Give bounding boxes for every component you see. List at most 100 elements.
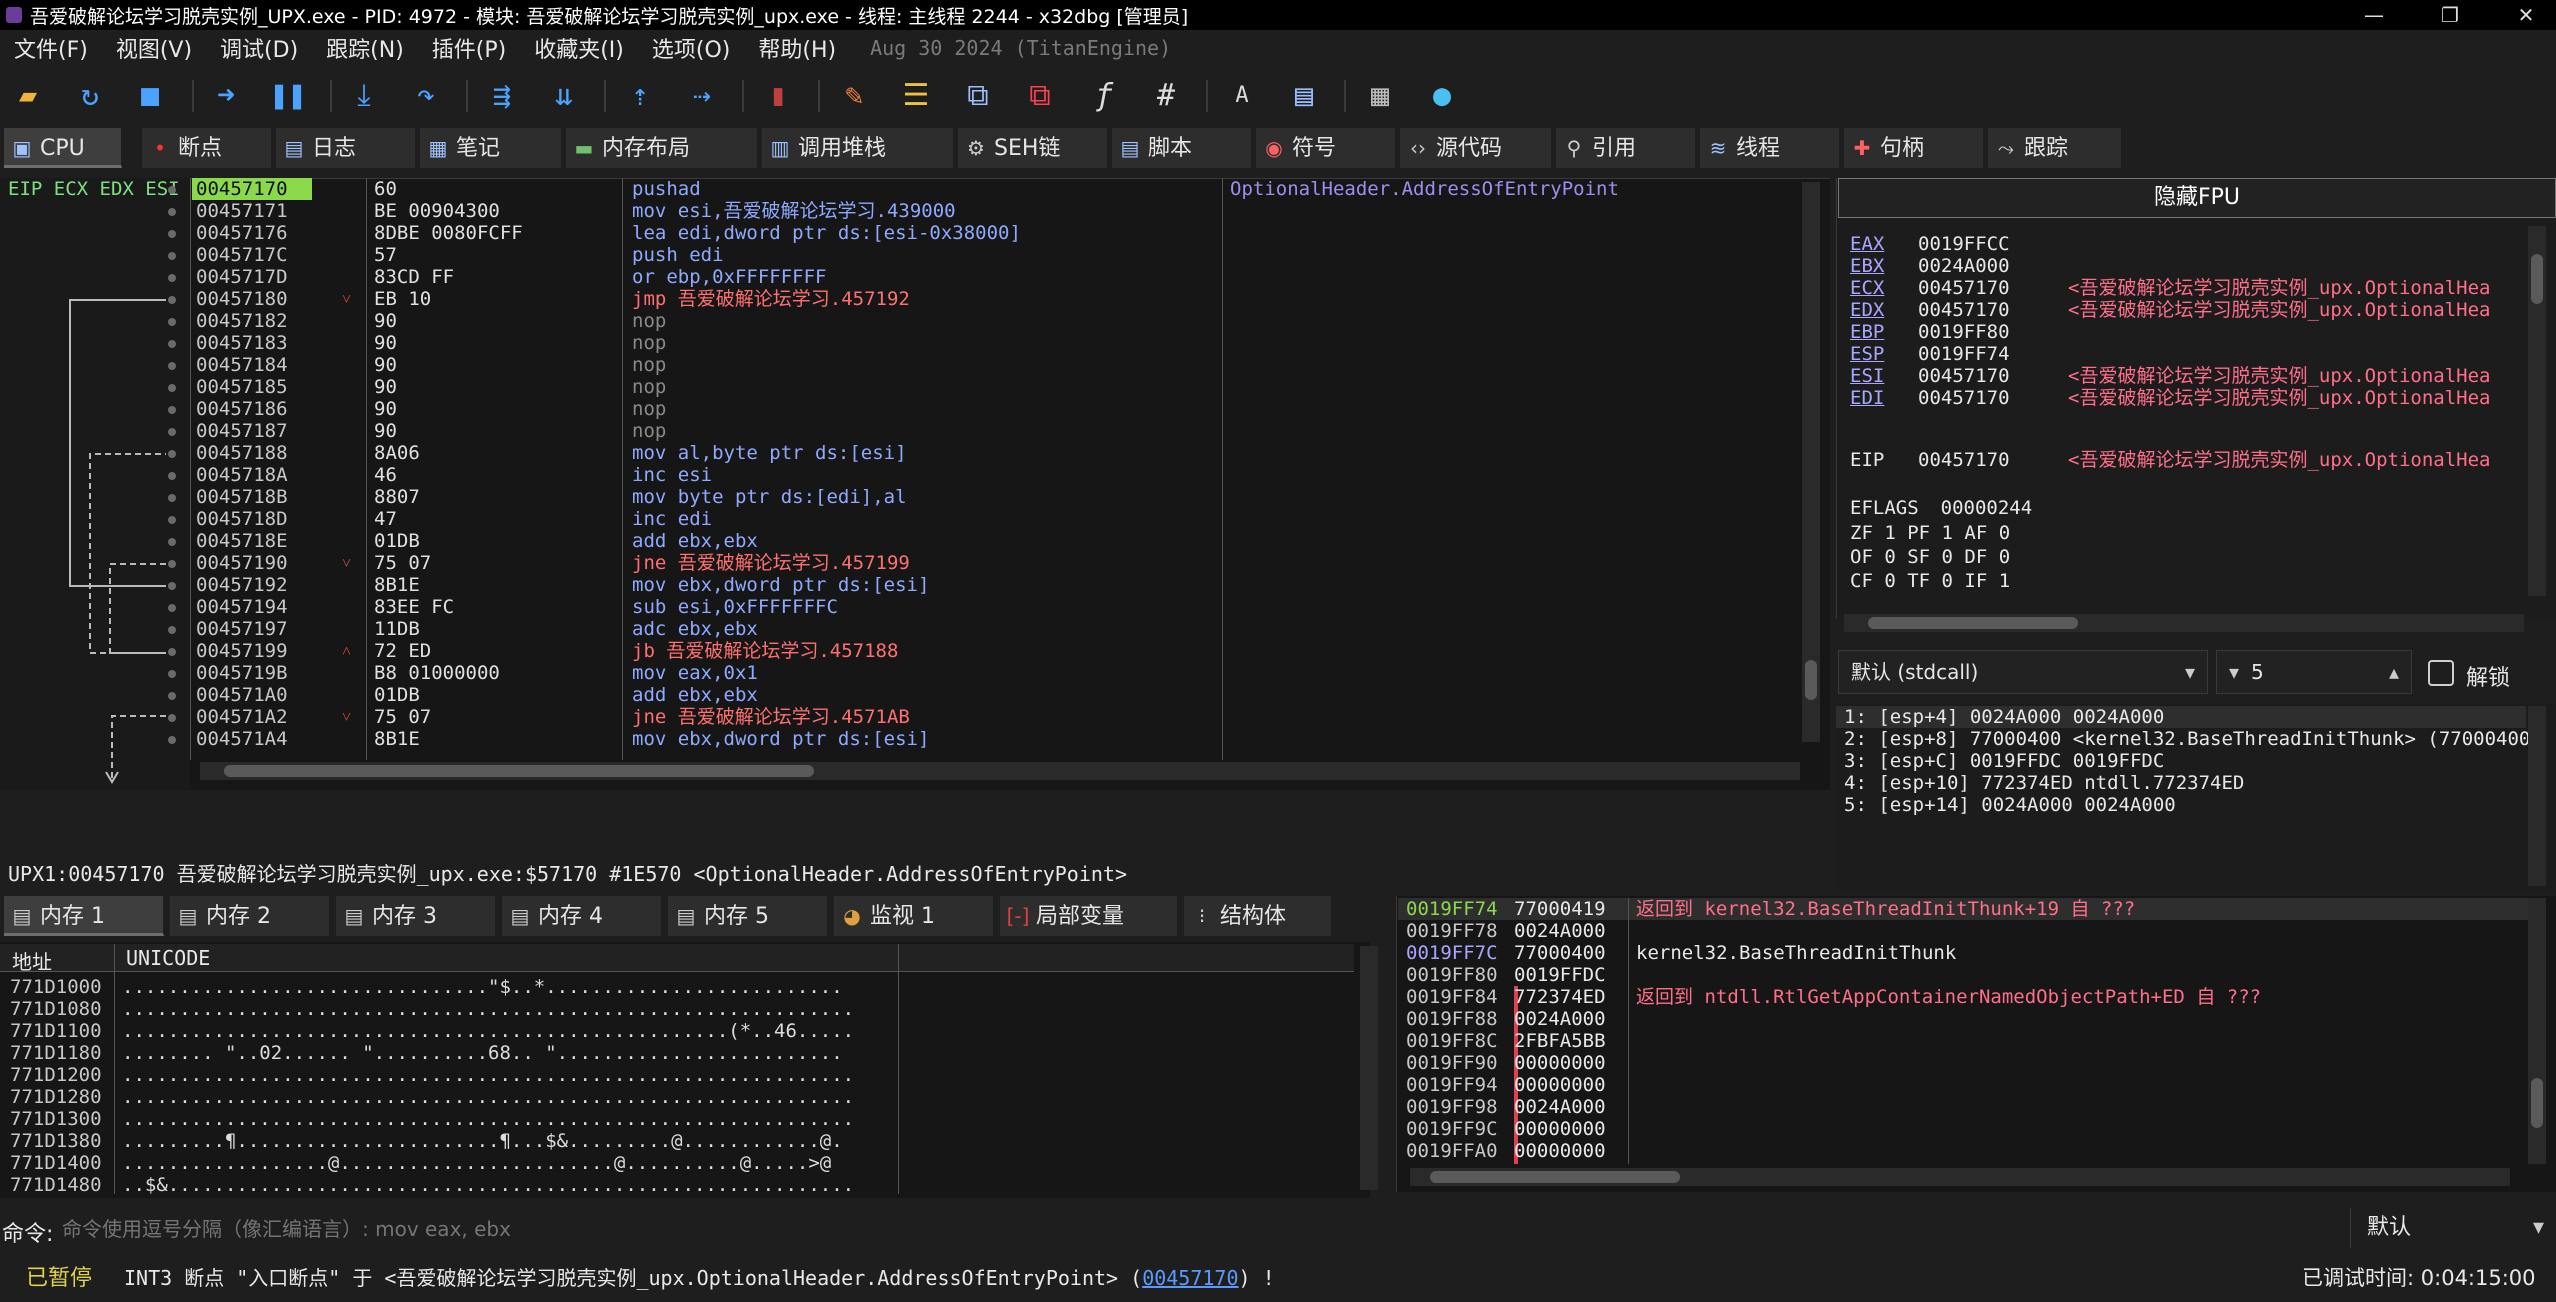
register-ebp[interactable]: EBP 0019FF80: [1850, 321, 2068, 343]
disassembly-hscroll[interactable]: [200, 762, 1800, 780]
disasm-row[interactable]: 0045717C 57 push edi: [0, 244, 1800, 266]
trace-over-icon[interactable]: ⇊: [546, 78, 582, 114]
argument-row[interactable]: 1: [esp+4] 0024A000 0024A000: [1844, 706, 2164, 728]
dump-row[interactable]: 771D1100................................…: [10, 1020, 854, 1042]
tab-source[interactable]: ‹› 源代码: [1400, 128, 1552, 168]
stack-row[interactable]: 0019FF8C 2FBFA5BB: [1406, 1030, 1636, 1052]
register-esi[interactable]: ESI 00457170 <吾爱破解论坛学习脱壳实例_upx.OptionalHea: [1850, 365, 2490, 387]
comment-icon[interactable]: ☰: [898, 78, 934, 114]
stack-row[interactable]: 0019FF90 00000000: [1406, 1052, 1636, 1074]
disasm-row[interactable]: 00457184 90 nop: [0, 354, 1800, 376]
argument-row[interactable]: 4: [esp+10] 772374ED ntdll.772374ED: [1844, 772, 2244, 794]
calling-convention-select[interactable]: 默认 (stdcall) ▾: [1838, 650, 2208, 694]
tab-references[interactable]: ⚲ 引用: [1556, 128, 1696, 168]
disasm-row[interactable]: 0045718E 01DB add ebx,ebx: [0, 530, 1800, 552]
function-icon[interactable]: ƒ: [1086, 78, 1122, 114]
stack-vscroll[interactable]: [2528, 898, 2546, 1164]
tab-seh-chain[interactable]: ⚙ SEH链: [958, 128, 1108, 168]
menu-options[interactable]: 选项(O): [638, 32, 744, 64]
disasm-row[interactable]: 00457185 90 nop: [0, 376, 1800, 398]
arguments-vscroll[interactable]: [2528, 706, 2546, 886]
menu-plugins[interactable]: 插件(P): [418, 32, 520, 64]
tab-memory-4[interactable]: ▤ 内存 4: [502, 896, 662, 936]
disasm-row[interactable]: 00457182 90 nop: [0, 310, 1800, 332]
breakpoint-dot[interactable]: [168, 186, 176, 194]
device-icon[interactable]: ▤: [1286, 78, 1322, 114]
disasm-row[interactable]: 00457190 ˅ 75 07 jne 吾爱破解论坛学习.457199: [0, 552, 1800, 574]
disassembly-vscroll[interactable]: [1802, 182, 1820, 742]
stack-row[interactable]: 0019FF98 0024A000: [1406, 1096, 1636, 1118]
tab-memory-5[interactable]: ▤ 内存 5: [668, 896, 828, 936]
disasm-row[interactable]: 0045718B 8807 mov byte ptr ds:[edi],al: [0, 486, 1800, 508]
stack-row[interactable]: 0019FF74 77000419 返回到 kernel32.BaseThreadI…: [1406, 898, 2135, 920]
menu-view[interactable]: 视图(V): [102, 32, 206, 64]
argument-row[interactable]: 5: [esp+14] 0024A000 0024A000: [1844, 794, 2176, 816]
run-to-user-code-icon[interactable]: ⇢: [684, 78, 720, 114]
register-ebx[interactable]: EBX 0024A000: [1850, 255, 2068, 277]
disasm-row[interactable]: 00457194 83EE FC sub esi,0xFFFFFFFC: [0, 596, 1800, 618]
register-eax[interactable]: EAX 0019FFCC: [1850, 233, 2068, 255]
menu-favourites[interactable]: 收藏夹(I): [520, 32, 638, 64]
disasm-row[interactable]: 00457180 ˅ EB 10 jmp 吾爱破解论坛学习.457192: [0, 288, 1800, 310]
disasm-row[interactable]: 0045717D 83CD FF or ebp,0xFFFFFFFF: [0, 266, 1800, 288]
disasm-row[interactable]: 0045719B B8 01000000 mov eax,0x1: [0, 662, 1800, 684]
flags-row-2[interactable]: OF 0 SF 0 DF 0: [1850, 545, 2010, 569]
flags-row-1[interactable]: ZF 1 PF 1 AF 0: [1850, 521, 2010, 545]
script-icon[interactable]: ▮: [760, 78, 796, 114]
minimize-button[interactable]: —: [2344, 0, 2404, 30]
tab-script[interactable]: ▤ 脚本: [1112, 128, 1252, 168]
dump-row[interactable]: 771D1380 .........¶......................…: [10, 1130, 843, 1152]
pause-icon[interactable]: ❚❚: [270, 78, 306, 114]
disasm-row[interactable]: 00457188 8A06 mov al,byte ptr ds:[esi]: [0, 442, 1800, 464]
tab-struct[interactable]: ⁝ 结构体: [1184, 896, 1332, 936]
calculator-icon[interactable]: ▦: [1362, 78, 1398, 114]
register-vscroll[interactable]: [2528, 226, 2546, 596]
argument-row[interactable]: 2: [esp+8] 77000400 <kernel32.BaseThread…: [1844, 728, 2542, 750]
argument-row[interactable]: 3: [esp+C] 0019FFDC 0019FFDC: [1844, 750, 2164, 772]
dump-row[interactable]: 771D1300................................…: [10, 1108, 854, 1130]
tab-trace[interactable]: ⤳ 跟踪: [1988, 128, 2122, 168]
menu-debug[interactable]: 调试(D): [206, 32, 312, 64]
disasm-row[interactable]: 0045718A 46 inc esi: [0, 464, 1800, 486]
hide-fpu-button[interactable]: 隐藏FPU: [1838, 178, 2556, 218]
bookmark-icon[interactable]: ⧉: [1022, 78, 1058, 114]
stack-row[interactable]: 0019FF94 00000000: [1406, 1074, 1636, 1096]
disasm-row[interactable]: 00457183 90 nop: [0, 332, 1800, 354]
argument-count-spinner[interactable]: ▾ 5 ▴: [2216, 650, 2412, 694]
step-over-icon[interactable]: ↷: [408, 78, 444, 114]
close-button[interactable]: ✕: [2496, 0, 2556, 30]
register-esp[interactable]: ESP 0019FF74: [1850, 343, 2068, 365]
dump-vscroll[interactable]: [1360, 946, 1378, 1190]
menu-help[interactable]: 帮助(H): [744, 32, 850, 64]
dump-row[interactable]: 771D1280................................…: [10, 1086, 854, 1108]
step-into-icon[interactable]: ⤓: [346, 78, 382, 114]
disasm-row[interactable]: 004571A2 ˅ 75 07 jne 吾爱破解论坛学习.4571AB: [0, 706, 1800, 728]
tab-memory-2[interactable]: ▤ 内存 2: [170, 896, 330, 936]
register-edi[interactable]: EDI 00457170 <吾爱破解论坛学习脱壳实例_upx.OptionalHea: [1850, 387, 2490, 409]
tab-locals[interactable]: [-] 局部变量: [1000, 896, 1178, 936]
tab-memory-map[interactable]: ▬ 内存布局: [566, 128, 758, 168]
dump-row[interactable]: 771D1200................................…: [10, 1064, 854, 1086]
disasm-row[interactable]: 00457171 BE 00904300 mov esi,吾爱破解论坛学习.43…: [0, 200, 1800, 222]
stack-row[interactable]: 0019FF88 0024A000: [1406, 1008, 1636, 1030]
disasm-row[interactable]: 0045718D 47 inc edi: [0, 508, 1800, 530]
dump-row[interactable]: 771D1080................................…: [10, 998, 854, 1020]
dump-row[interactable]: 771D1480 ..$&............................…: [10, 1174, 854, 1196]
register-hscroll[interactable]: [1844, 614, 2524, 632]
menu-file[interactable]: 文件(F): [0, 32, 102, 64]
disasm-row[interactable]: 00457186 90 nop: [0, 398, 1800, 420]
command-input[interactable]: [62, 1212, 2342, 1246]
trace-into-icon[interactable]: ⇶: [484, 78, 520, 114]
dump-col-unicode[interactable]: UNICODE: [126, 946, 210, 970]
font-icon[interactable]: A: [1224, 78, 1260, 114]
tab-watch-1[interactable]: ◕ 监视 1: [834, 896, 994, 936]
stop-icon[interactable]: ■: [132, 78, 168, 114]
dump-row[interactable]: 771D1400 ..................@.............…: [10, 1152, 831, 1174]
tab-memory-1[interactable]: ▤ 内存 1: [4, 896, 164, 936]
command-mode-select[interactable]: 默认 ▾: [2350, 1208, 2554, 1248]
globe-icon[interactable]: ●: [1424, 78, 1460, 114]
open-icon[interactable]: ▰: [10, 78, 46, 114]
tab-call-stack[interactable]: ▥ 调用堆栈: [762, 128, 954, 168]
register-ecx[interactable]: ECX 00457170 <吾爱破解论坛学习脱壳实例_upx.OptionalHea: [1850, 277, 2490, 299]
stack-row[interactable]: 0019FF80 0019FFDC: [1406, 964, 1636, 986]
